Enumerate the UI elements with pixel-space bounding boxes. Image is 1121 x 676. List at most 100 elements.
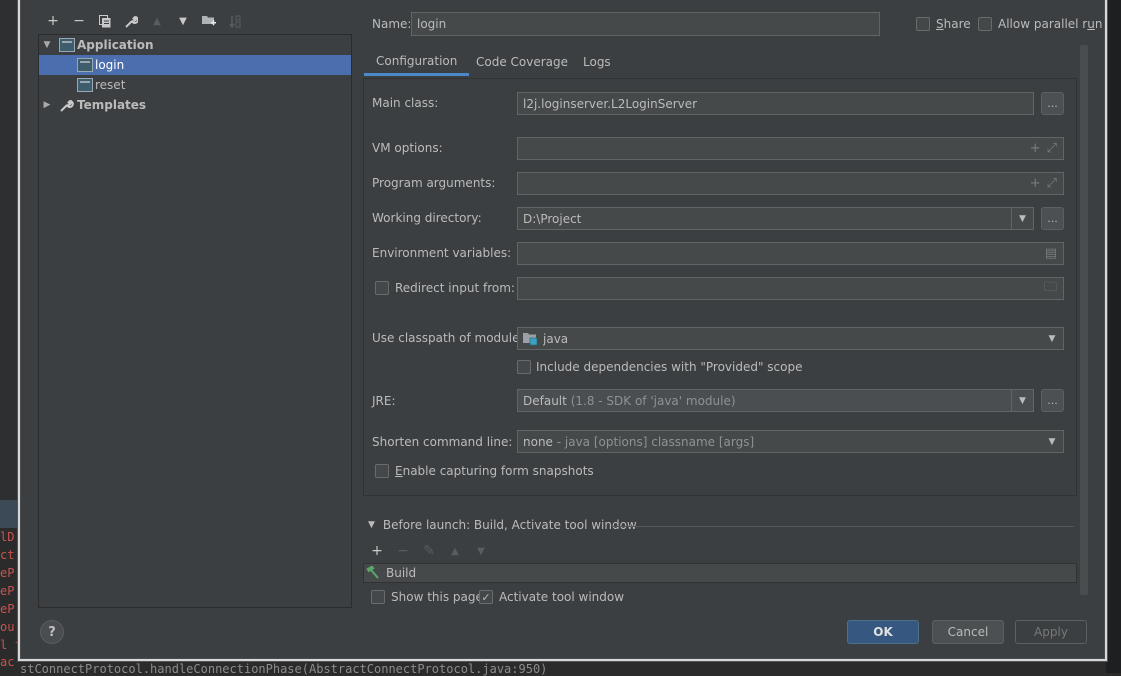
- jre-value: Default (1.8 - SDK of 'java' module): [523, 394, 1011, 408]
- module-folder-icon: [523, 332, 541, 346]
- plus-icon: +: [371, 543, 383, 559]
- folder-icon[interactable]: 🗀: [1044, 278, 1057, 300]
- document-icon[interactable]: ▤: [1045, 246, 1057, 261]
- shorten-command-line-combo[interactable]: none - java [options] classname [args] ▼: [517, 430, 1064, 453]
- before-launch-title: Before launch: Build, Activate tool wind…: [383, 518, 637, 532]
- allow-parallel-run-checkbox[interactable]: [978, 17, 992, 31]
- tree-item-reset[interactable]: reset: [39, 75, 351, 95]
- environment-variables-label: Environment variables:: [372, 246, 511, 260]
- program-arguments-label: Program arguments:: [372, 176, 495, 190]
- working-directory-combo[interactable]: D:\Project ▼: [517, 207, 1034, 230]
- arrow-down-icon: ▼: [179, 16, 187, 27]
- move-task-up-button[interactable]: ▲: [442, 541, 468, 561]
- task-item-build[interactable]: Build: [366, 566, 416, 580]
- allow-parallel-run-label: Allow parallel run: [998, 17, 1102, 31]
- plus-icon[interactable]: +: [1030, 141, 1041, 156]
- tab-code-coverage[interactable]: Code Coverage: [464, 48, 580, 76]
- environment-variables-input[interactable]: ▤: [517, 242, 1064, 265]
- main-class-browse-button[interactable]: ...: [1041, 92, 1064, 115]
- jre-combo[interactable]: Default (1.8 - SDK of 'java' module) ▼: [517, 389, 1034, 412]
- remove-config-button[interactable]: −: [66, 10, 92, 32]
- run-config-icon: [77, 58, 93, 72]
- add-config-button[interactable]: +: [40, 10, 66, 32]
- copy-icon: [99, 15, 111, 28]
- vm-options-input[interactable]: +⤢: [517, 137, 1064, 160]
- tree-item-login[interactable]: login: [39, 55, 351, 75]
- before-launch-header[interactable]: ▼ Before launch: Build, Activate tool wi…: [368, 518, 637, 532]
- tab-configuration[interactable]: Configuration: [364, 48, 469, 76]
- move-task-down-button[interactable]: ▼: [468, 541, 494, 561]
- pencil-icon: ✎: [423, 543, 435, 559]
- ok-button[interactable]: OK: [847, 620, 919, 644]
- chevron-down-icon[interactable]: ▼: [368, 520, 375, 530]
- arrow-down-icon: ▼: [477, 546, 485, 557]
- classpath-module-combo[interactable]: java ▼: [517, 327, 1064, 350]
- main-class-input[interactable]: l2j.loginserver.L2LoginServer: [517, 92, 1034, 115]
- shorten-command-line-label: Shorten command line:: [372, 435, 512, 449]
- edit-defaults-button[interactable]: [118, 10, 144, 32]
- include-provided-label: Include dependencies with "Provided" sco…: [536, 360, 803, 374]
- config-tree: ▼ Application login reset ▶ Templates: [38, 34, 352, 608]
- tab-label: Code Coverage: [476, 55, 568, 69]
- program-arguments-input[interactable]: +⤢: [517, 172, 1064, 195]
- jre-value-detail: (1.8 - SDK of 'java' module): [571, 394, 736, 408]
- console-line: eP: [0, 584, 14, 598]
- include-provided-checkbox[interactable]: [517, 360, 531, 374]
- copy-config-button[interactable]: [92, 10, 118, 32]
- run-config-icon: [77, 78, 93, 92]
- console-line: ac: [0, 655, 14, 669]
- redirect-input-checkbox[interactable]: [375, 281, 389, 295]
- wrench-icon: [125, 15, 138, 28]
- activate-tool-window-checkbox[interactable]: ✓: [479, 590, 493, 604]
- add-task-button[interactable]: +: [364, 541, 390, 561]
- jre-browse-button[interactable]: ...: [1041, 389, 1064, 412]
- expand-icon[interactable]: ⤢: [1047, 141, 1057, 156]
- chevron-down-icon[interactable]: ▼: [1011, 208, 1033, 229]
- sort-icon: [229, 15, 241, 28]
- cancel-button[interactable]: Cancel: [932, 620, 1004, 644]
- remove-task-button[interactable]: −: [390, 541, 416, 561]
- sort-button[interactable]: [222, 10, 248, 32]
- new-folder-button[interactable]: [196, 10, 222, 32]
- console-line: eP: [0, 602, 14, 616]
- show-this-page-checkbox[interactable]: [371, 590, 385, 604]
- tab-logs[interactable]: Logs: [571, 48, 623, 76]
- jre-label: JRE:: [372, 394, 396, 408]
- console-line: stConnectProtocol.handleConnectionPhase(…: [20, 662, 547, 676]
- chevron-down-icon[interactable]: ▼: [1011, 390, 1033, 411]
- tree-item-application[interactable]: ▼ Application: [39, 35, 351, 55]
- name-input[interactable]: login: [411, 12, 880, 36]
- move-down-button[interactable]: ▼: [170, 10, 196, 32]
- ellipsis-icon: ...: [1047, 97, 1058, 110]
- form-snapshots-checkbox[interactable]: [375, 464, 389, 478]
- chevron-down-icon[interactable]: ▼: [1041, 431, 1063, 452]
- working-directory-value: D:\Project: [523, 212, 1011, 226]
- chevron-down-icon[interactable]: ▼: [1041, 328, 1063, 349]
- edit-task-button[interactable]: ✎: [416, 541, 442, 561]
- form-snapshots-label: Enable capturing form snapshots: [395, 464, 594, 478]
- share-checkbox[interactable]: [916, 17, 930, 31]
- redirect-input-field[interactable]: 🗀: [517, 277, 1064, 300]
- section-divider: [612, 526, 1074, 527]
- vertical-scrollbar[interactable]: [1080, 45, 1088, 595]
- tree-item-templates[interactable]: ▶ Templates: [39, 95, 351, 115]
- arrow-up-icon: ▲: [153, 16, 161, 27]
- plus-icon[interactable]: +: [1030, 176, 1041, 191]
- tree-item-label: login: [95, 58, 124, 72]
- apply-button[interactable]: Apply: [1015, 620, 1087, 644]
- shorten-value-main: none: [523, 435, 553, 449]
- console-line: ou: [0, 620, 14, 634]
- help-button[interactable]: ?: [40, 620, 64, 644]
- ellipsis-icon: ...: [1047, 212, 1058, 225]
- tree-item-label: Templates: [77, 98, 146, 112]
- folder-add-icon: [202, 15, 216, 27]
- console-line: ct: [0, 548, 14, 562]
- working-directory-label: Working directory:: [372, 211, 482, 225]
- chevron-down-icon[interactable]: ▼: [41, 39, 53, 51]
- move-up-button[interactable]: ▲: [144, 10, 170, 32]
- expand-icon[interactable]: ⤢: [1047, 176, 1057, 191]
- plus-icon: +: [47, 13, 59, 29]
- chevron-right-icon[interactable]: ▶: [41, 99, 53, 111]
- working-directory-browse-button[interactable]: ...: [1041, 207, 1064, 230]
- tree-item-label: reset: [95, 78, 125, 92]
